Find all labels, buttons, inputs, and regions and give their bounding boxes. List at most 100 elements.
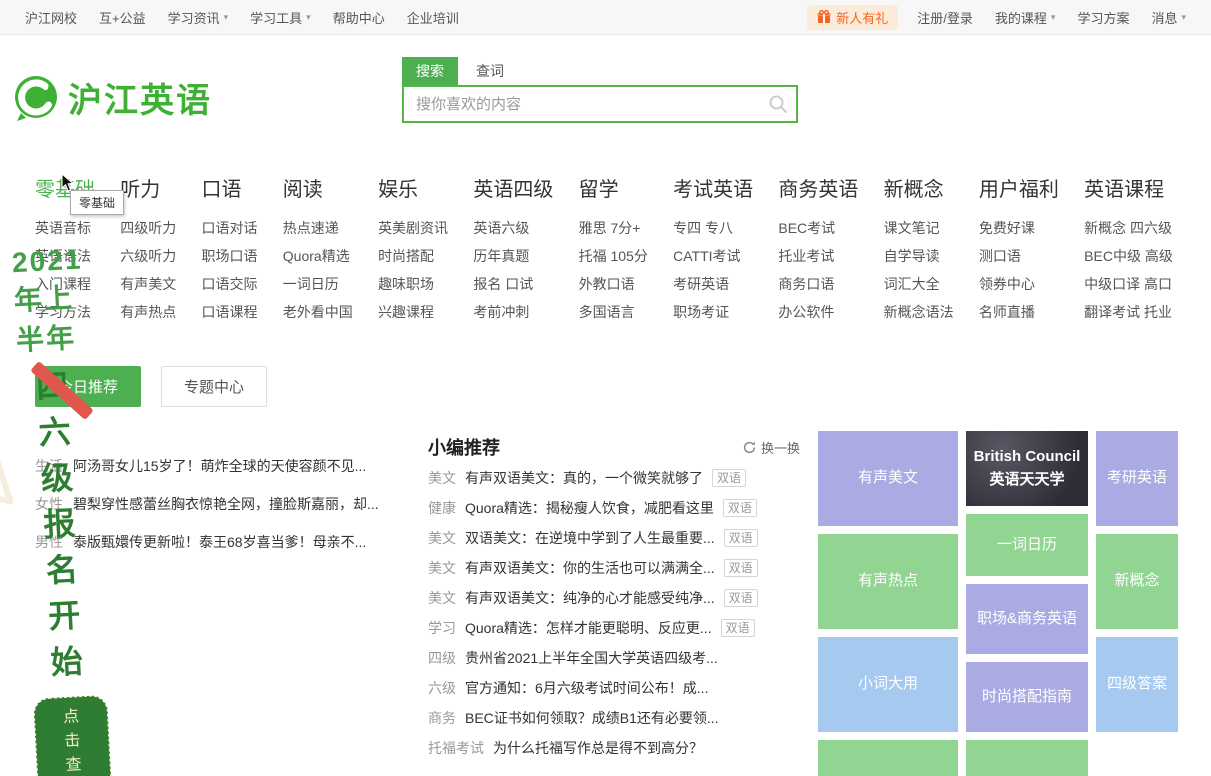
- promo-tile[interactable]: 一词日历: [966, 514, 1088, 576]
- category-link[interactable]: 测口语: [979, 242, 1059, 270]
- topbar-nav-item[interactable]: 帮助中心: [333, 8, 385, 27]
- feed-item[interactable]: 健康 Quora精选：揭秘瘦人饮食，减肥看这里 双语: [428, 493, 800, 523]
- promo-tile[interactable]: [966, 740, 1088, 776]
- promo-tile[interactable]: 新概念: [1096, 534, 1178, 629]
- category-link[interactable]: 免费好课: [979, 214, 1059, 242]
- category-link[interactable]: BEC考试: [778, 214, 858, 242]
- topbar-nav-item[interactable]: 学习工具 ▾: [250, 8, 311, 27]
- category-link[interactable]: 雅思 7分+: [579, 214, 648, 242]
- refresh-link[interactable]: 换一换: [743, 438, 800, 457]
- feed-item[interactable]: 美文 双语美文：在逆境中学到了人生最重要... 双语: [428, 523, 800, 553]
- feed-item[interactable]: 六级 官方通知：6月六级考试时间公布！成...: [428, 673, 800, 703]
- category-link[interactable]: 有声热点: [120, 298, 176, 326]
- feed-item[interactable]: 托福考试 为什么托福写作总是得不到高分？: [428, 733, 800, 763]
- promo-tile[interactable]: 有声热点: [818, 534, 958, 629]
- news-item[interactable]: 生活 阿汤哥女儿15岁了！萌炸全球的天使容颜不见...: [35, 447, 403, 485]
- search-icon[interactable]: [768, 94, 788, 114]
- category-link[interactable]: 报名 口试: [473, 270, 553, 298]
- category-title[interactable]: 口语: [202, 173, 258, 202]
- logo[interactable]: 沪江英语: [12, 73, 402, 122]
- category-link[interactable]: 英美剧资讯: [378, 214, 448, 242]
- category-link[interactable]: 托业考试: [778, 242, 858, 270]
- category-link[interactable]: 专四 专八: [673, 214, 753, 242]
- category-link[interactable]: Quora精选: [283, 242, 353, 270]
- promo-tile[interactable]: [818, 740, 958, 776]
- category-link[interactable]: 老外看中国: [283, 298, 353, 326]
- category-link[interactable]: 翻译考试 托业: [1084, 298, 1173, 326]
- category-link[interactable]: 历年真题: [473, 242, 553, 270]
- tab-dictionary[interactable]: 查词: [462, 57, 518, 85]
- topbar-nav-item[interactable]: 互+公益: [99, 8, 146, 27]
- category-title[interactable]: 娱乐: [378, 173, 448, 202]
- category-link[interactable]: 职场考证: [673, 298, 753, 326]
- feed-item[interactable]: 美文 有声双语美文：纯净的心才能感受纯净... 双语: [428, 583, 800, 613]
- newbie-gift-badge[interactable]: 新人有礼: [807, 5, 898, 30]
- category-link[interactable]: 托福 105分: [579, 242, 648, 270]
- category-title[interactable]: 阅读: [283, 173, 353, 202]
- promo-tile[interactable]: 四级答案: [1096, 637, 1178, 732]
- tab-search[interactable]: 搜索: [402, 57, 458, 85]
- hujiang-logo-icon: [12, 74, 60, 122]
- category-title[interactable]: 听力: [120, 173, 176, 202]
- category-link[interactable]: 词汇大全: [884, 270, 954, 298]
- category-link[interactable]: CATTI考试: [673, 242, 753, 270]
- category-link[interactable]: 课文笔记: [884, 214, 954, 242]
- category-link[interactable]: 六级听力: [120, 242, 176, 270]
- category-link[interactable]: 有声美文: [120, 270, 176, 298]
- category-link[interactable]: 一词日历: [283, 270, 353, 298]
- news-item[interactable]: 男性 泰版甄嬛传更新啦！泰王68岁喜当爹！母亲不...: [35, 523, 403, 561]
- topbar-user-item[interactable]: 消息 ▾: [1151, 8, 1186, 27]
- category-link[interactable]: 英语音标: [35, 214, 95, 242]
- category-link[interactable]: 外教口语: [579, 270, 648, 298]
- category-link[interactable]: 四级听力: [120, 214, 176, 242]
- topbar-nav-item[interactable]: 沪江网校: [25, 8, 77, 27]
- category-link[interactable]: 考前冲刺: [473, 298, 553, 326]
- category-link[interactable]: 口语课程: [202, 298, 258, 326]
- category-title[interactable]: 英语课程: [1084, 173, 1173, 202]
- category-link[interactable]: 趣味职场: [378, 270, 448, 298]
- tab-topic-center[interactable]: 专题中心: [161, 366, 267, 407]
- topbar-nav-item[interactable]: 企业培训: [407, 8, 459, 27]
- category-link[interactable]: 考研英语: [673, 270, 753, 298]
- category-link[interactable]: 热点速递: [283, 214, 353, 242]
- category-title[interactable]: 商务英语: [778, 173, 858, 202]
- news-item[interactable]: 女性 碧梨穿性感蕾丝胸衣惊艳全网，撞脸斯嘉丽，却...: [35, 485, 403, 523]
- topbar-user-item[interactable]: 学习方案: [1077, 8, 1129, 27]
- category-link[interactable]: 职场口语: [202, 242, 258, 270]
- feed-item[interactable]: 美文 有声双语美文：真的，一个微笑就够了 双语: [428, 463, 800, 493]
- promo-tile[interactable]: 有声美文: [818, 431, 958, 526]
- category-link[interactable]: 口语对话: [202, 214, 258, 242]
- promo-tile[interactable]: 考研英语: [1096, 431, 1178, 526]
- promo-tile[interactable]: 时尚搭配指南: [966, 662, 1088, 732]
- category-link[interactable]: 领券中心: [979, 270, 1059, 298]
- topbar-user-item[interactable]: 注册/登录: [917, 8, 973, 27]
- category-link[interactable]: 新概念语法: [884, 298, 954, 326]
- category-link[interactable]: 自学导读: [884, 242, 954, 270]
- promo-tile[interactable]: British Council 英语天天学: [966, 431, 1088, 506]
- topbar-nav-item[interactable]: 学习资讯 ▾: [168, 8, 229, 27]
- search-input[interactable]: [402, 85, 798, 123]
- category-title[interactable]: 英语四级: [473, 173, 553, 202]
- category-link[interactable]: 名师直播: [979, 298, 1059, 326]
- category-link[interactable]: 英语六级: [473, 214, 553, 242]
- category-title[interactable]: 考试英语: [673, 173, 753, 202]
- topbar-user-item[interactable]: 我的课程 ▾: [995, 8, 1056, 27]
- category-title[interactable]: 新概念: [884, 173, 954, 202]
- category-link[interactable]: 兴趣课程: [378, 298, 448, 326]
- category-link[interactable]: BEC中级 高级: [1084, 242, 1173, 270]
- category-link[interactable]: 商务口语: [778, 270, 858, 298]
- category-link[interactable]: 中级口译 高口: [1084, 270, 1173, 298]
- feed-item[interactable]: 美文 有声双语美文：你的生活也可以满满全... 双语: [428, 553, 800, 583]
- category-title[interactable]: 留学: [579, 173, 648, 202]
- category-link[interactable]: 口语交际: [202, 270, 258, 298]
- promo-tile[interactable]: 职场&商务英语: [966, 584, 1088, 654]
- category-link[interactable]: 多国语言: [579, 298, 648, 326]
- feed-item[interactable]: 学习 Quora精选：怎样才能更聪明、反应更... 双语: [428, 613, 800, 643]
- category-link[interactable]: 办公软件: [778, 298, 858, 326]
- feed-item[interactable]: 商务 BEC证书如何领取？成绩B1还有必要领...: [428, 703, 800, 733]
- feed-item[interactable]: 四级 贵州省2021上半年全国大学英语四级考...: [428, 643, 800, 673]
- category-link[interactable]: 新概念 四六级: [1084, 214, 1173, 242]
- category-link[interactable]: 时尚搭配: [378, 242, 448, 270]
- promo-tile[interactable]: 小词大用: [818, 637, 958, 732]
- category-title[interactable]: 用户福利: [979, 173, 1059, 202]
